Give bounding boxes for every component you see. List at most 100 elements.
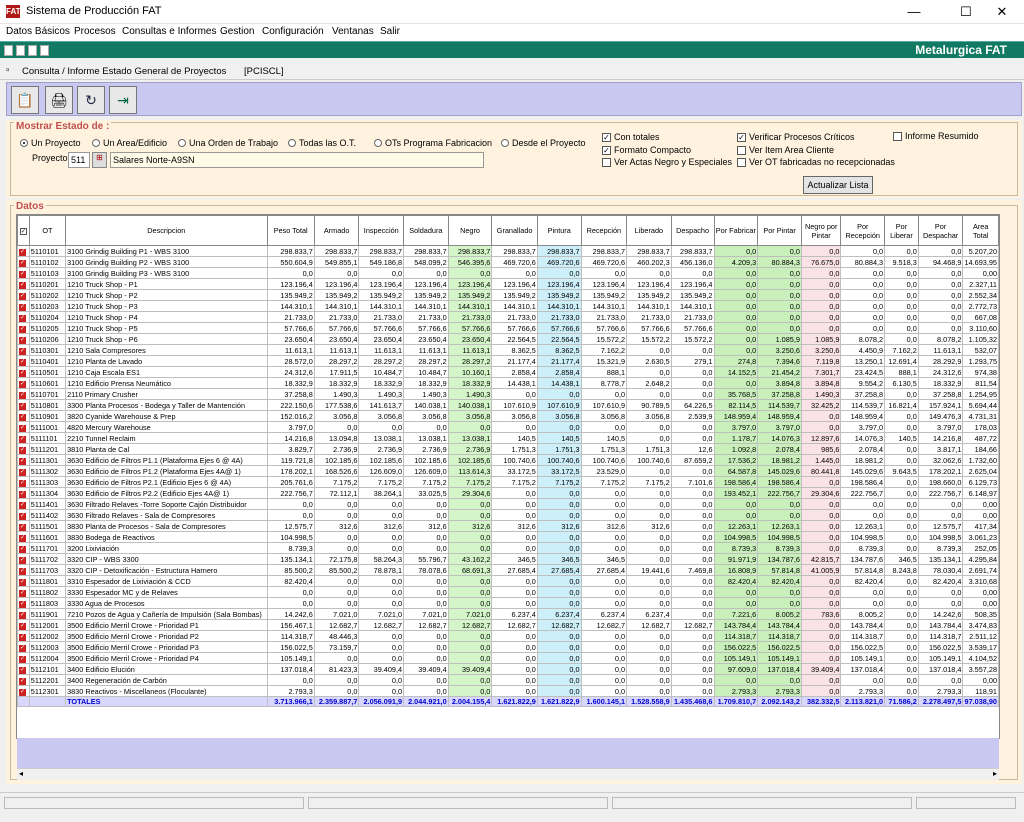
table-row[interactable]: ✓ 5111001 4820 Mercury Warehouse 3.797,0 0,0… [17,421,999,433]
column-header[interactable]: Liberado [626,215,672,246]
column-header[interactable]: Negro por Pintar [800,215,842,246]
scroll-right-icon[interactable]: ▸ [993,769,997,778]
table-row[interactable]: ✓ 5111801 3310 Espesador de Lixiviación & … [17,575,999,587]
row-flag-icon[interactable]: ✓ [17,366,30,378]
row-flag-icon[interactable]: ✓ [17,498,30,510]
table-row[interactable]: ✓ 5110102 3100 Grindig Building P2 - WBS 3… [17,256,999,268]
print-button[interactable]: 🖨 [45,86,73,114]
radio-todas-ot[interactable]: Todas las O.T. [288,138,356,148]
menu-gestion[interactable]: Gestion [220,26,254,37]
row-flag-icon[interactable]: ✓ [17,410,30,422]
row-flag-icon[interactable]: ✓ [17,289,30,301]
table-row[interactable]: ✓ 5110206 1210 Truck Shop - P6 23.650,4 23.6… [17,333,999,345]
column-header[interactable]: Recepción [580,215,628,246]
check-actas-negro[interactable]: Ver Actas Negro y Especiales [602,157,732,167]
table-row[interactable]: ✓ 5110401 1210 Planta de Lavado 28.572,0 28.… [17,355,999,367]
column-header[interactable]: Por Fabricar [713,215,759,246]
row-flag-icon[interactable]: ✓ [17,597,30,609]
column-header[interactable]: Negro [447,215,493,246]
exit-button[interactable]: ⇥ [109,86,137,114]
table-row[interactable]: ✓ 5110501 1210 Caja Escala ES1 24.312,6 17.9… [17,366,999,378]
row-flag-icon[interactable]: ✓ [17,542,30,554]
project-number-input[interactable]: 511 [68,152,90,168]
row-flag-icon[interactable]: ✓ [17,476,30,488]
column-header[interactable]: Armado [313,215,360,246]
radio-area-edificio[interactable]: Un Area/Edificio [92,138,167,148]
row-flag-icon[interactable]: ✓ [17,278,30,290]
row-flag-icon[interactable]: ✓ [17,311,30,323]
row-flag-icon[interactable]: ✓ [17,388,30,400]
table-row[interactable]: ✓ 5111201 3810 Planta de Cal 3.829,7 2.736,9… [17,443,999,455]
table-row[interactable]: ✓ 5111702 3320 CIP - WBS 3300 135.134,1 72.1… [17,553,999,565]
column-header[interactable]: Por Liberar [884,215,919,246]
row-flag-icon[interactable]: ✓ [17,333,30,345]
check-formato-compacto[interactable]: ✓ Formato Compacto [602,145,691,155]
menu-consultas[interactable]: Consultas e Informes [122,26,217,37]
table-row[interactable]: ✓ 5111501 3830 Planta de Procesos - Sala d… [17,520,999,532]
table-row[interactable]: ✓ 5110201 1210 Truck Shop - P1 123.196,4 123… [17,278,999,290]
table-row[interactable]: ✓ 5112301 3830 Reactivos - Miscellaneos (F… [17,685,999,697]
row-flag-icon[interactable]: ✓ [17,245,30,257]
check-informe-resumido[interactable]: Informe Resumido [893,131,979,141]
refresh-button[interactable]: ↻ [77,86,105,114]
check-ot-no-recepcionadas[interactable]: Ver OT fabricadas no recepcionadas [737,157,895,167]
column-header[interactable]: Despacho [670,215,715,246]
table-row[interactable]: ✓ 5111803 3330 Agua de Procesos 0,0 0,0 0,0 0,… [17,597,999,609]
column-header[interactable]: Por Pintar [757,215,802,246]
actualizar-lista-button[interactable]: Actualizar Lista [803,176,873,194]
table-row[interactable]: ✓ 5111703 3320 CIP - Detoxificación - Estr… [17,564,999,576]
table-row[interactable]: ✓ 5111401 3630 Filtrado Relaves -Torre Sop… [17,498,999,510]
maximize-button[interactable]: ☐ [949,2,983,22]
column-header[interactable]: Granallado [491,215,538,246]
table-row[interactable]: ✓ 5110202 1210 Truck Shop - P2 135.949,2 135… [17,289,999,301]
row-flag-icon[interactable]: ✓ [17,663,30,675]
radio-ots-programa[interactable]: OTs Programa Fabricacion [374,138,492,148]
project-lookup-button[interactable]: ⊞ [92,152,107,168]
table-row[interactable]: ✓ 5112004 3500 Edificio Merril Crowe - Pri… [17,652,999,664]
row-flag-icon[interactable]: ✓ [17,586,30,598]
column-header[interactable]: Soldadura [403,215,449,246]
row-flag-icon[interactable]: ✓ [17,344,30,356]
row-flag-icon[interactable]: ✓ [17,531,30,543]
column-header[interactable]: Descripcion [65,215,268,246]
check-item-area-cliente[interactable]: Ver Item Area Cliente [737,145,834,155]
row-flag-icon[interactable]: ✓ [17,630,30,642]
row-flag-icon[interactable]: ✓ [17,652,30,664]
row-flag-icon[interactable]: ✓ [17,487,30,499]
table-row[interactable]: ✓ 5111303 3630 Edificio de Filtros P2.1 (E… [17,476,999,488]
table-row[interactable]: ✓ 5111802 3330 Espesador MC y de Relaves 0,… [17,586,999,598]
radio-un-proyecto[interactable]: Un Proyecto [20,138,81,148]
minimize-button[interactable]: — [897,2,931,22]
row-flag-icon[interactable]: ✓ [17,399,30,411]
table-row[interactable]: ✓ 5111901 7210 Pozos de Agua y Cañería de … [17,608,999,620]
row-flag-icon[interactable]: ✓ [17,674,30,686]
radio-orden-trabajo[interactable]: Una Orden de Trabajo [178,138,278,148]
table-row[interactable]: ✓ 5110601 1210 Edificio Prensa Neumático 18… [17,377,999,389]
table-row[interactable]: ✓ 5111301 3630 Edificio de Filtros P1.1 (P… [17,454,999,466]
row-flag-icon[interactable]: ✓ [17,564,30,576]
row-flag-icon[interactable]: ✓ [17,465,30,477]
row-flag-icon[interactable]: ✓ [17,575,30,587]
column-header[interactable]: Pintura [536,215,582,246]
row-flag-icon[interactable]: ✓ [17,443,30,455]
row-flag-icon[interactable]: ✓ [17,685,30,697]
table-row[interactable]: ✓ 5110205 1210 Truck Shop - P5 57.766,6 57.7… [17,322,999,334]
table-row[interactable]: ✓ 5111402 3630 Filtrado Relaves - Sala de … [17,509,999,521]
check-con-totales[interactable]: ✓ Con totales [602,132,660,142]
table-row[interactable]: ✓ 5111701 3200 Lixiviación 8.739,3 0,0 0,0 0,0… [17,542,999,554]
table-row[interactable]: ✓ 5110701 2110 Primary Crusher 37.258,8 1.49… [17,388,999,400]
table-row[interactable]: ✓ 5111101 2210 Tunnel Reclaim 14.216,8 13.09… [17,432,999,444]
table-row[interactable]: ✓ 5112201 3400 Regeneración de Carbón 0,0 0,… [17,674,999,686]
row-flag-icon[interactable]: ✓ [17,300,30,312]
menu-salir[interactable]: Salir [380,26,400,37]
radio-desde-proyecto[interactable]: Desde el Proyecto [501,138,586,148]
table-row[interactable]: ✓ 5112101 3400 Edificio Elución 137.018,4 81… [17,663,999,675]
table-row[interactable]: ✓ 5112001 3500 Edificio Merril Crowe - Pri… [17,619,999,631]
menu-ventanas[interactable]: Ventanas [332,26,374,37]
table-row[interactable]: ✓ 5110204 1210 Truck Shop - P4 21.733,0 21.7… [17,311,999,323]
table-row[interactable]: ✓ 5110901 3820 Cyanide Warehouse & Prep 152… [17,410,999,422]
column-header[interactable]: Inspección [358,215,405,246]
report-settings-button[interactable]: 📋 [11,86,39,114]
row-flag-icon[interactable]: ✓ [17,256,30,268]
column-header[interactable]: Area Total [962,215,999,246]
